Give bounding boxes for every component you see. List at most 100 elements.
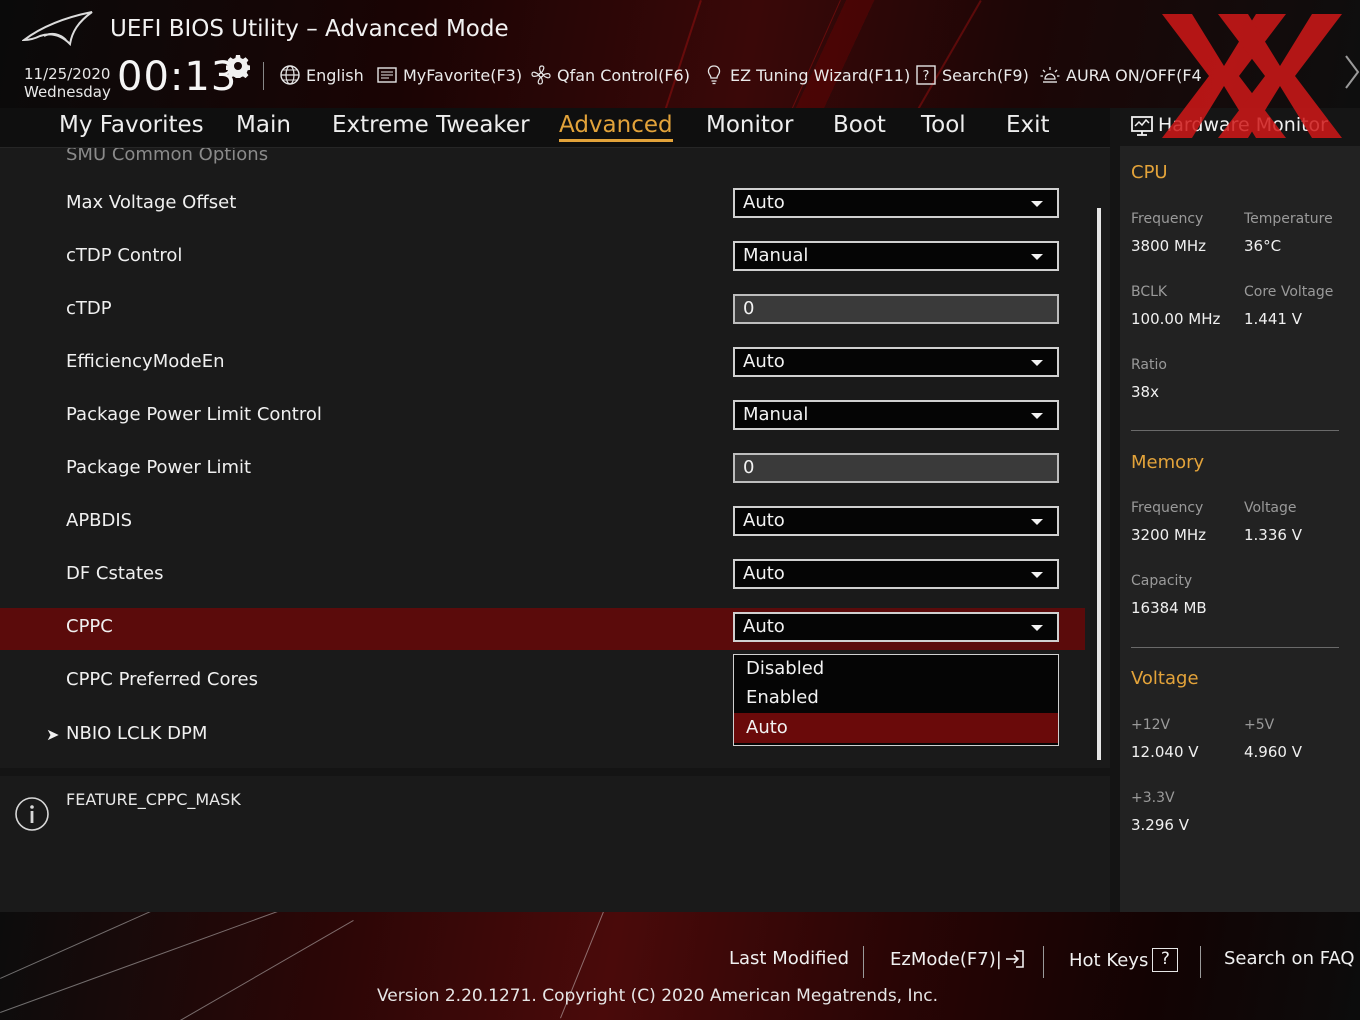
search-button[interactable]: ? Search(F9)	[915, 62, 1029, 88]
cpu-heading: CPU	[1131, 162, 1168, 183]
setting-label: APBDIS	[66, 510, 133, 531]
setting-row[interactable]: cTDP Control Manual	[0, 237, 1085, 279]
footer-divider	[863, 946, 864, 978]
setting-row[interactable]: DF Cstates Auto	[0, 555, 1085, 597]
copyright-text: Version 2.20.1271. Copyright (C) 2020 Am…	[376, 986, 939, 1006]
core-voltage-value: 1.441 V	[1244, 310, 1302, 328]
date-display: 11/25/2020 Wednesday	[24, 65, 111, 101]
setting-label: Package Power Limit	[66, 457, 252, 478]
dropdown-option[interactable]: Disabled	[734, 654, 1058, 684]
settings-scrollbar[interactable]	[1097, 208, 1101, 760]
cpu-frequency-label: Frequency	[1131, 211, 1204, 227]
setting-row[interactable]: cTDP 0	[0, 290, 1085, 332]
ezmode-label: EzMode(F7)|	[890, 948, 1002, 970]
monitor-icon	[1131, 116, 1153, 136]
language-label: English	[306, 65, 364, 85]
v12-label: +12V	[1131, 717, 1171, 733]
footer-bar: Last Modified EzMode(F7)| Hot Keys ? Sea…	[0, 912, 1360, 1020]
tab-advanced[interactable]: Advanced	[559, 112, 673, 142]
setting-row[interactable]: APBDIS Auto	[0, 502, 1085, 544]
app-title: UEFI BIOS Utility – Advanced Mode	[110, 16, 509, 42]
ezmode-button[interactable]: EzMode(F7)|	[890, 948, 1026, 970]
qfan-control-button[interactable]: Qfan Control(F6)	[530, 62, 690, 88]
scroll-right-arrow-icon[interactable]	[1344, 54, 1360, 90]
dropdown-option-selected[interactable]: Auto	[734, 713, 1058, 743]
caret-down-icon	[1031, 519, 1043, 525]
dropdown-value: Manual	[743, 404, 809, 425]
tab-extreme-tweaker[interactable]: Extreme Tweaker	[332, 112, 530, 138]
setting-number-input[interactable]: 0	[733, 453, 1059, 483]
tab-main[interactable]: Main	[236, 112, 291, 138]
setting-row[interactable]: Package Power Limit 0	[0, 449, 1085, 491]
dropdown-option[interactable]: Enabled	[734, 683, 1058, 713]
setting-dropdown[interactable]: Auto	[733, 506, 1059, 536]
core-voltage-label: Core Voltage	[1244, 284, 1334, 300]
setting-label: Max Voltage Offset	[66, 192, 237, 213]
last-modified-button[interactable]: Last Modified	[729, 948, 849, 969]
v12-value: 12.040 V	[1131, 743, 1199, 761]
tab-exit[interactable]: Exit	[1006, 112, 1050, 138]
dropdown-value: Auto	[743, 192, 785, 213]
setting-dropdown[interactable]: Manual	[733, 400, 1059, 430]
section-divider	[1131, 647, 1339, 648]
section-divider	[1131, 430, 1339, 431]
last-modified-label: Last Modified	[729, 948, 850, 969]
setting-row[interactable]: Max Voltage Offset Auto	[0, 184, 1085, 226]
v5-label: +5V	[1244, 717, 1275, 733]
footer-divider	[1043, 946, 1044, 978]
setting-dropdown[interactable]: Auto	[733, 188, 1059, 218]
tab-boot[interactable]: Boot	[833, 112, 886, 138]
ratio-label: Ratio	[1131, 357, 1167, 373]
hot-keys-label: Hot Keys	[1069, 949, 1149, 971]
caret-down-icon	[1031, 201, 1043, 207]
setting-dropdown[interactable]: Manual	[733, 241, 1059, 271]
weekday-text: Wednesday	[24, 83, 111, 101]
gear-icon[interactable]	[226, 54, 250, 78]
setting-number-input[interactable]: 0	[733, 294, 1059, 324]
ez-tuning-label: EZ Tuning Wizard(F11)	[730, 65, 911, 85]
clock-display: 00:13	[117, 54, 238, 100]
qfan-label: Qfan Control(F6)	[557, 65, 690, 85]
language-button[interactable]: English	[279, 62, 364, 88]
dropdown-value: Auto	[743, 510, 785, 531]
cpu-frequency-value: 3800 MHz	[1131, 237, 1207, 255]
cpu-temperature-label: Temperature	[1244, 211, 1333, 227]
setting-label: cTDP	[66, 298, 112, 319]
main-nav: My Favorites Main Extreme Tweaker Advanc…	[0, 108, 1110, 148]
search-faq-label: Search on FAQ	[1224, 948, 1355, 969]
setting-row[interactable]: EfficiencyModeEn Auto	[0, 343, 1085, 385]
setting-label: CPPC Preferred Cores	[66, 669, 258, 690]
memory-frequency-value: 3200 MHz	[1131, 526, 1207, 544]
input-value: 0	[743, 298, 755, 319]
toolbar-divider	[263, 62, 264, 90]
dropdown-value: Auto	[743, 351, 785, 372]
setting-row[interactable]: Package Power Limit Control Manual	[0, 396, 1085, 438]
dropdown-options-list: Disabled Enabled Auto	[733, 654, 1059, 746]
lightbulb-icon	[707, 65, 721, 85]
info-icon	[15, 797, 49, 831]
globe-icon	[280, 65, 300, 85]
setting-row-selected[interactable]: CPPC Auto	[0, 608, 1085, 650]
hot-keys-button[interactable]: Hot Keys ?	[1069, 948, 1179, 972]
setting-dropdown[interactable]: Auto	[733, 612, 1059, 642]
tab-tool[interactable]: Tool	[921, 112, 966, 138]
tab-monitor[interactable]: Monitor	[706, 112, 793, 138]
memory-heading: Memory	[1131, 452, 1205, 473]
myfavorite-button[interactable]: MyFavorite(F3)	[376, 62, 522, 88]
caret-down-icon	[1031, 360, 1043, 366]
setting-label: cTDP Control	[66, 245, 183, 266]
help-description: FEATURE_CPPC_MASK	[66, 790, 241, 809]
setting-label: CPPC	[66, 616, 113, 637]
aura-light-icon	[1040, 67, 1060, 83]
ez-tuning-wizard-button[interactable]: EZ Tuning Wizard(F11)	[703, 62, 910, 88]
setting-label: Package Power Limit Control	[66, 404, 322, 425]
settings-panel: SMU Common Options Max Voltage Offset Au…	[0, 148, 1110, 768]
search-faq-button[interactable]: Search on FAQ	[1224, 948, 1355, 969]
tab-my-favorites[interactable]: My Favorites	[59, 112, 204, 138]
setting-label: DF Cstates	[66, 563, 164, 584]
ratio-value: 38x	[1131, 383, 1159, 401]
voltage-heading: Voltage	[1131, 668, 1199, 689]
setting-dropdown[interactable]: Auto	[733, 559, 1059, 589]
setting-dropdown[interactable]: Auto	[733, 347, 1059, 377]
setting-label: EfficiencyModeEn	[66, 351, 225, 372]
